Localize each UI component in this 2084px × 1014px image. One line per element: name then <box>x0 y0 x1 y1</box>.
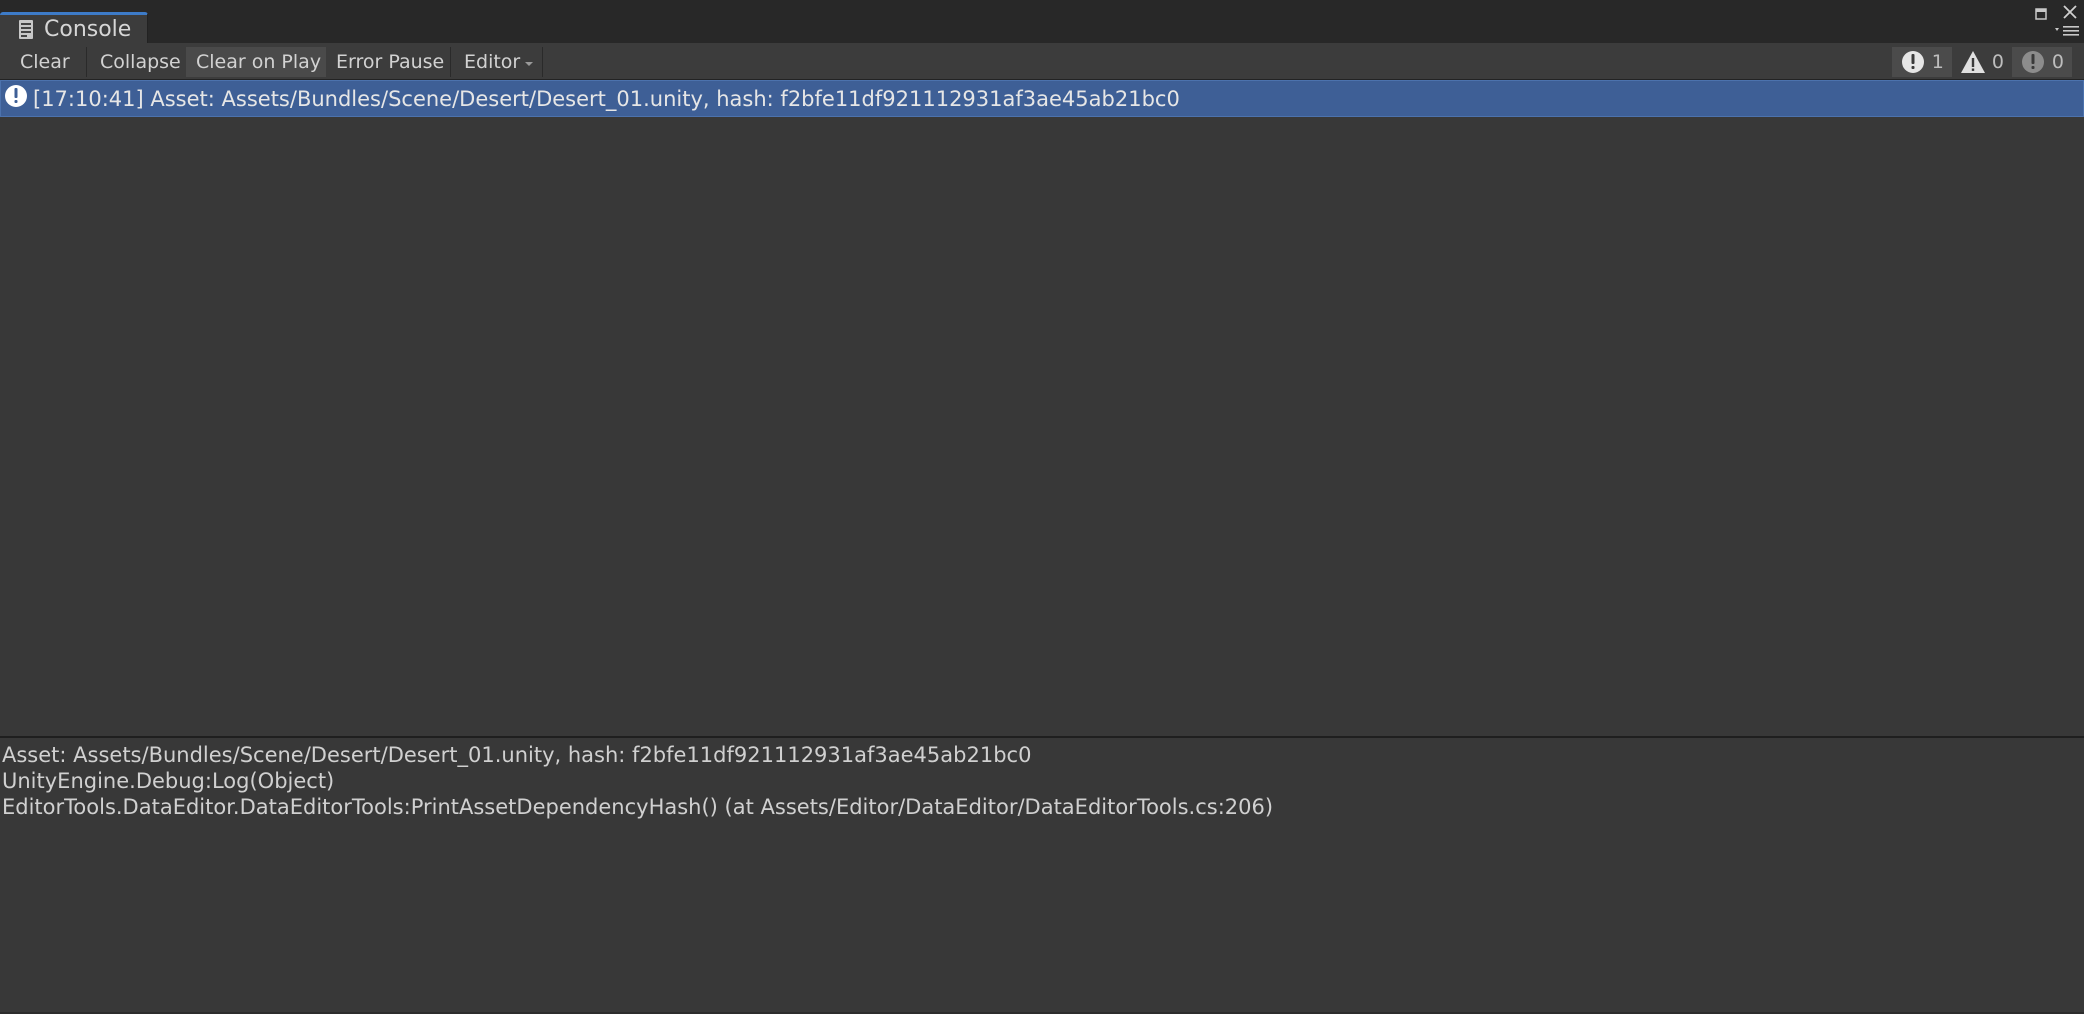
stack-trace-line[interactable]: UnityEngine.Debug:Log(Object) <box>2 768 2084 794</box>
window-controls <box>2024 0 2084 43</box>
error-pause-toggle[interactable]: Error Pause <box>326 47 454 77</box>
maximize-icon[interactable] <box>2034 7 2048 21</box>
log-list[interactable]: [17:10:41] Asset: Assets/Bundles/Scene/D… <box>0 80 2084 736</box>
clear-button[interactable]: Clear <box>10 47 80 77</box>
tab-console[interactable]: Console <box>0 12 148 43</box>
log-entry-selected[interactable]: [17:10:41] Asset: Assets/Bundles/Scene/D… <box>0 80 2084 117</box>
stack-trace-message: Asset: Assets/Bundles/Scene/Desert/Deser… <box>2 743 1032 767</box>
error-count: 0 <box>2051 51 2064 73</box>
toolbar-divider <box>450 47 451 77</box>
chevron-down-icon <box>525 62 533 66</box>
editor-dropdown-label: Editor <box>464 51 521 73</box>
error-filter-toggle[interactable]: 0 <box>2011 47 2072 77</box>
log-counters: 1 0 0 <box>1891 47 2072 77</box>
log-entry-message: [17:10:41] Asset: Assets/Bundles/Scene/D… <box>33 86 1180 111</box>
collapse-toggle[interactable]: Collapse <box>90 47 191 77</box>
tab-bar: Console <box>0 0 2084 43</box>
stack-trace-pane[interactable]: Asset: Assets/Bundles/Scene/Desert/Deser… <box>0 738 2084 1014</box>
toolbar-divider <box>86 47 87 77</box>
warning-filter-toggle[interactable]: 0 <box>1952 47 2012 77</box>
toolbar-divider <box>542 47 543 77</box>
info-icon <box>5 84 27 107</box>
warning-count: 0 <box>1991 51 2004 73</box>
warning-icon <box>1960 51 1985 73</box>
info-filter-toggle[interactable]: 1 <box>1891 47 1952 77</box>
editor-dropdown[interactable]: Editor <box>454 47 542 77</box>
info-icon <box>1901 51 1924 73</box>
console-icon <box>19 19 33 39</box>
console-window: Console Clear Collapse Clear on Play Err… <box>0 0 2084 1014</box>
tab-title: Console <box>44 16 132 42</box>
clear-on-play-toggle[interactable]: Clear on Play <box>186 47 326 77</box>
info-count: 1 <box>1931 51 1944 73</box>
close-icon[interactable] <box>2062 4 2078 20</box>
error-icon <box>2021 51 2044 73</box>
stack-trace-line[interactable]: EditorTools.DataEditor.DataEditorTools:P… <box>2 794 2084 820</box>
console-toolbar: Clear Collapse Clear on Play Error Pause… <box>0 43 2084 80</box>
tab-menu-icon[interactable] <box>2054 24 2080 38</box>
